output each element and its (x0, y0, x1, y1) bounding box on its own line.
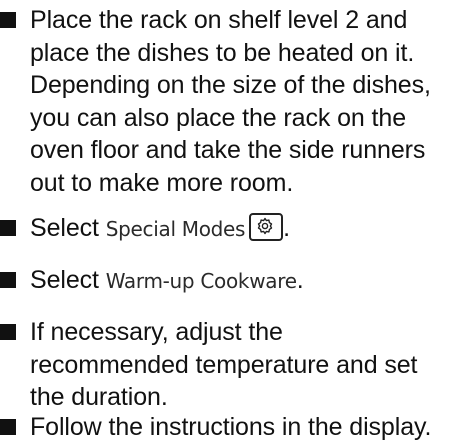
step-2: Select Special Modes. (0, 212, 470, 246)
step-1-line-6: out to make more room. (30, 168, 294, 197)
step-4-line-3: the duration. (30, 383, 168, 411)
bullet-square-icon (0, 419, 16, 435)
step-4-line-2: recommended temperature and set (30, 350, 418, 379)
warm-up-cookware-label: Warm-up Cookware (105, 269, 297, 293)
step-1-text: Place the rack on shelf level 2 and plac… (0, 4, 470, 199)
step-3-suffix: . (296, 266, 304, 294)
step-4-text: If necessary, adjust the recommended tem… (0, 316, 470, 414)
step-3-prefix: Select (30, 266, 106, 294)
special-modes-label: Special Modes (105, 217, 246, 241)
bullet-square-icon (0, 324, 16, 340)
step-1-line-1: Place the rack on shelf level 2 and (30, 6, 408, 34)
step-2-text: Select Special Modes. (0, 212, 470, 246)
bullet-square-icon (0, 220, 16, 236)
step-4: If necessary, adjust the recommended tem… (0, 316, 470, 414)
step-5-text: Follow the instructions in the display. (0, 411, 470, 444)
step-2-prefix: Select (30, 214, 106, 242)
step-3: Select Warm-up Cookware. (0, 264, 470, 298)
bullet-square-icon (0, 12, 16, 28)
step-4-line-1: If necessary, adjust the (30, 318, 283, 346)
step-1-line-5: oven floor and take the side runners (30, 136, 426, 164)
step-3-text: Select Warm-up Cookware. (0, 264, 470, 298)
step-1-line-3: Depending on the size of the dishes, (30, 71, 431, 99)
step-2-suffix: . (283, 214, 291, 242)
step-5: Follow the instructions in the display. (0, 411, 470, 444)
step-1-line-4: you can also place the rack on the (30, 103, 407, 132)
special-modes-gear-icon (249, 213, 284, 241)
step-1: Place the rack on shelf level 2 and plac… (0, 4, 470, 199)
bullet-square-icon (0, 272, 16, 288)
step-1-line-2: place the dishes to be heated on it. (30, 38, 415, 67)
step-5-line-1: Follow the instructions in the display. (30, 413, 432, 441)
